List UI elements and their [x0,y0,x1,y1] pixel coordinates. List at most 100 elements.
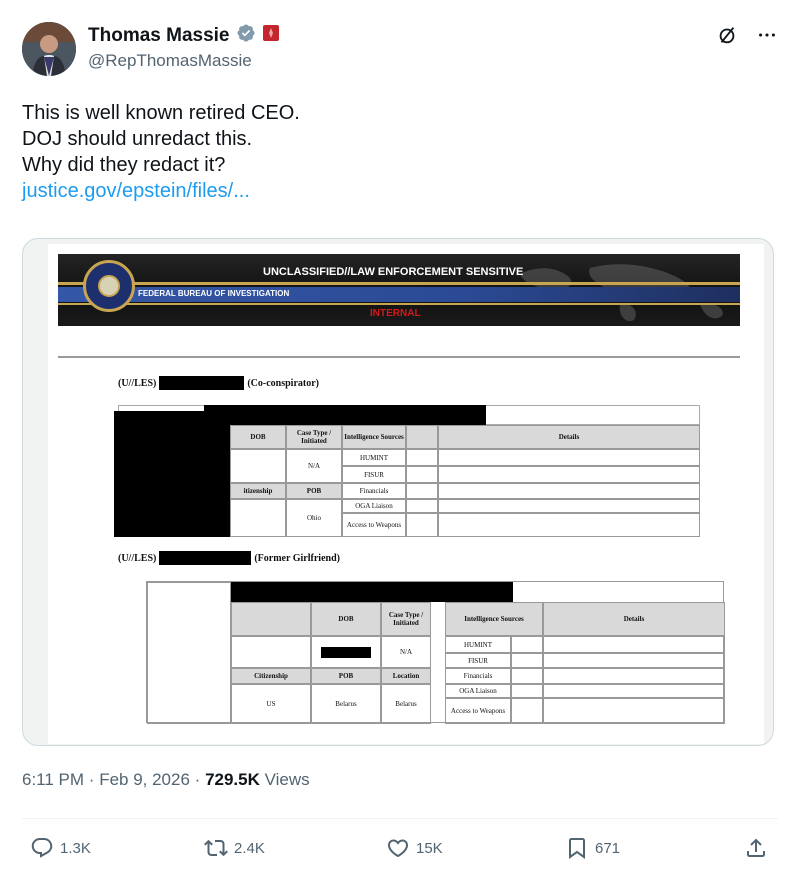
header-dob: DOB [230,425,286,449]
table-cell [438,499,700,513]
header-intel-sources: Intelligence Sources [445,602,543,636]
author-handle[interactable]: @RepThomasMassie [88,51,252,71]
header-dob: DOB [311,602,381,636]
header-citizenship: Citizenship [231,668,311,684]
table-cell [511,636,543,653]
source-financials: Financials [342,483,406,499]
header-details: Details [438,425,700,449]
redaction-box [114,411,230,537]
views-label: Views [264,770,310,789]
table-cell [511,653,543,668]
action-bar: 1.3K 2.4K 15K 671 [22,836,774,866]
tweet-time[interactable]: 6:11 PM [22,770,84,789]
table-cell [406,499,438,513]
source-fisur: FISUR [445,653,511,668]
table-cell [543,668,725,684]
table-cell [543,636,725,653]
case-type-value: N/A [381,636,431,668]
fbi-document: UNCLASSIFIED//LAW ENFORCEMENT SENSITIVE … [48,244,764,744]
photo-cell [147,582,231,724]
table-cell [543,653,725,668]
source-weapons: Access to Weapons [445,698,511,724]
meta-separator: · [194,770,206,789]
repost-count: 2.4K [234,839,265,857]
table-cell [230,449,286,483]
tweet-meta: 6:11 PM · Feb 9, 2026 · 729.5K Views [22,770,310,790]
header-pob: POB [311,668,381,684]
header-details: Details [543,602,725,636]
internal-marking: INTERNAL [370,308,421,319]
table-cell [438,466,700,483]
redaction-box [159,551,252,565]
redaction-box [321,646,371,658]
bookmark-icon [565,836,589,860]
header-case-type: Case Type / Initiated [286,425,342,449]
views-count: 729.5K [205,770,260,789]
government-flag-icon [262,24,280,47]
table-cell [543,684,725,698]
bookmark-count: 671 [595,839,621,857]
record-role: (Co-conspirator) [247,377,319,389]
record1-label: (U//LES) (Co-conspirator) [118,376,319,390]
header-location: Location [381,668,431,684]
avatar[interactable] [22,22,76,76]
like-count: 15K [416,839,443,857]
source-financials: Financials [445,668,511,684]
table-cell [438,449,700,466]
more-dots-icon[interactable] [756,24,778,46]
record2-table: DOB Case Type / Initiated Intelligence S… [146,581,725,724]
share-button[interactable] [744,836,768,860]
redaction-box [231,582,513,602]
redaction-box [159,376,245,390]
source-fisur: FISUR [342,466,406,483]
source-humint: HUMINT [445,636,511,653]
classification-title: UNCLASSIFIED//LAW ENFORCEMENT SENSITIVE [263,266,524,278]
source-oga: OGA Liaison [342,499,406,513]
repost-icon [204,836,228,860]
header-case-type: Case Type / Initiated [381,602,431,636]
author-name-row[interactable]: Thomas Massie [88,23,280,48]
tweet-date[interactable]: Feb 9, 2026 [99,770,190,789]
location-value: Ohio [286,499,342,537]
document-divider [58,356,740,358]
table-cell [406,483,438,499]
table-cell [543,698,725,724]
banner-stripe [58,282,740,285]
record-prefix: (U//LES) [118,552,157,564]
divider [22,818,778,819]
table-cell [406,513,438,537]
repost-button[interactable]: 2.4K [204,836,265,860]
source-oga: OGA Liaison [445,684,511,698]
grok-slash-icon[interactable] [716,24,738,46]
display-name[interactable]: Thomas Massie [88,25,230,47]
tweet-line: This is well known retired CEO. [22,102,300,124]
banner-stripe [58,303,740,305]
table-cell [511,668,543,684]
reply-button[interactable]: 1.3K [30,836,91,860]
tweet-line: Why did they redact it? [22,154,226,176]
table-cell [511,684,543,698]
record2-label: (U//LES) (Former Girlfriend) [118,551,340,565]
table-cell [438,513,700,537]
document-banner: UNCLASSIFIED//LAW ENFORCEMENT SENSITIVE … [58,254,740,326]
verified-badge-icon [236,23,256,48]
header-intel-sources: Intelligence Sources [342,425,406,449]
heart-icon [386,836,410,860]
tweet-link[interactable]: justice.gov/epstein/files/... [22,178,300,204]
source-weapons: Access to Weapons [342,513,406,537]
header-blank [406,425,438,449]
case-type-value: N/A [286,449,342,483]
like-button[interactable]: 15K [386,836,443,860]
share-icon [744,836,768,860]
location-value: Belarus [381,684,431,724]
record1-table: DOB Case Type / Initiated Intelligence S… [114,405,700,537]
media-image[interactable]: UNCLASSIFIED//LAW ENFORCEMENT SENSITIVE … [22,238,774,746]
tweet-text: This is well known retired CEO. DOJ shou… [22,100,300,204]
bookmark-button[interactable]: 671 [565,836,620,860]
table-cell [511,698,543,724]
redaction-box [204,405,486,425]
reply-count: 1.3K [60,839,91,857]
reply-icon [30,836,54,860]
record-prefix: (U//LES) [118,377,157,389]
header-actions [716,24,778,46]
